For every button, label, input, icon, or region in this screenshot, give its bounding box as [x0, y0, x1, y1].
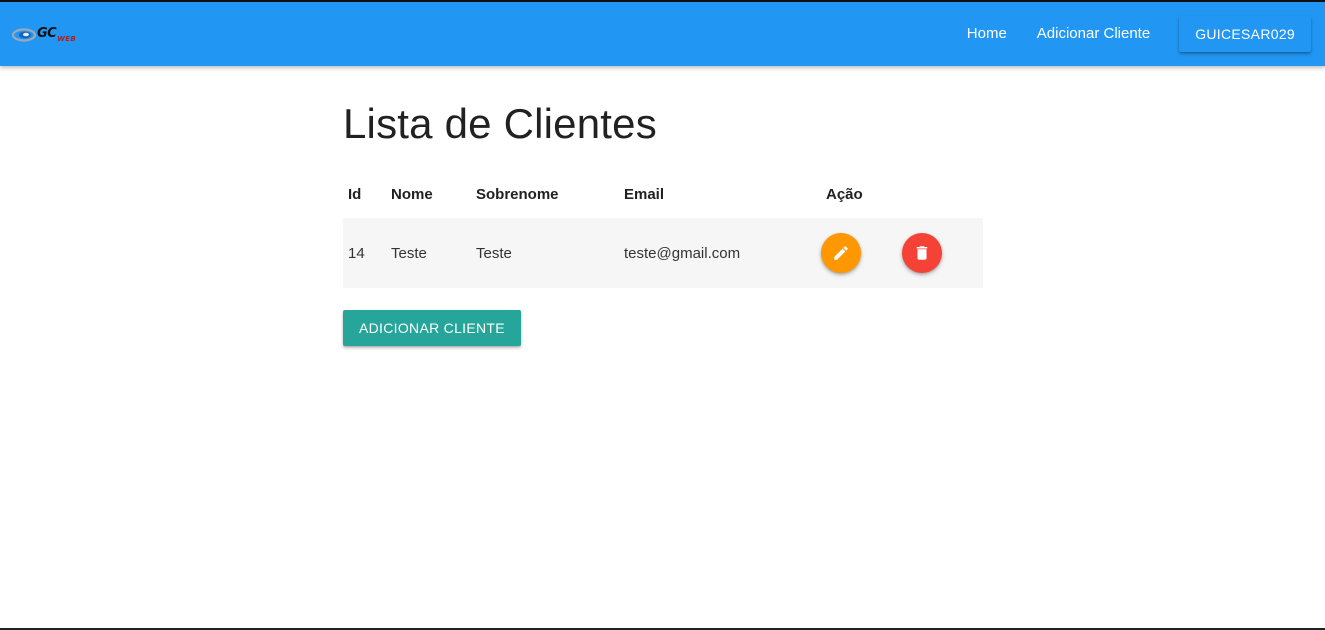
cell-nome: Teste: [391, 244, 427, 262]
column-header-empty: [902, 170, 983, 218]
logo-swirl-icon: [12, 28, 36, 42]
cell-sobrenome: Teste: [476, 244, 512, 262]
clients-table: Id Nome Sobrenome Email Ação 14 Teste Te…: [343, 170, 983, 288]
cell-id: 14: [348, 244, 365, 262]
cell-delete-action: [902, 218, 983, 288]
column-header-email: Email: [624, 185, 665, 203]
brand-text: GC: [37, 25, 57, 41]
nav-links: Home Adicionar Cliente GUICESAR029: [952, 2, 1311, 66]
column-header-id: Id: [348, 185, 362, 203]
pencil-icon: [834, 246, 848, 260]
cell-email: teste@gmail.com: [624, 244, 741, 262]
table-header-row: Id Nome Sobrenome Email Ação: [343, 170, 983, 218]
brand-subtext: WEB: [57, 35, 76, 43]
column-header-sobrenome: Sobrenome: [476, 185, 559, 203]
column-header-nome: Nome: [391, 185, 433, 203]
cell-edit-action: [821, 218, 902, 288]
edit-button[interactable]: [821, 233, 861, 273]
page-title: Lista de Clientes: [343, 100, 657, 147]
table-row: 14 Teste Teste teste@gmail.com: [343, 218, 983, 288]
delete-button[interactable]: [902, 233, 942, 273]
top-navbar: GC WEB Home Adicionar Cliente GUICESAR02…: [0, 2, 1325, 66]
main-content: Lista de Clientes Id Nome Sobrenome Emai…: [343, 96, 983, 346]
brand-logo[interactable]: GC WEB: [12, 24, 96, 46]
column-header-acao: Ação: [826, 185, 863, 203]
trash-icon: [916, 246, 928, 260]
nav-link-adicionar-cliente[interactable]: Adicionar Cliente: [1022, 2, 1165, 66]
add-client-button[interactable]: ADICIONAR CLIENTE: [343, 310, 521, 346]
user-button[interactable]: GUICESAR029: [1179, 16, 1311, 52]
nav-link-home[interactable]: Home: [952, 2, 1022, 66]
